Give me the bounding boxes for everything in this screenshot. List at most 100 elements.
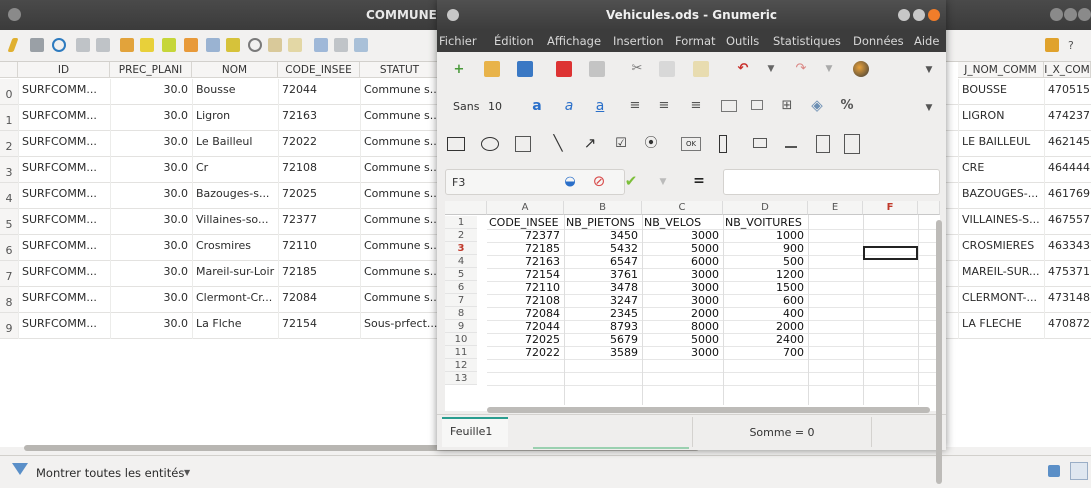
cell-prec[interactable]: 30.0 bbox=[110, 161, 189, 174]
cell-value[interactable]: 3000 bbox=[644, 294, 719, 307]
cell-value[interactable]: 72025 bbox=[489, 333, 560, 346]
cell-value[interactable]: 72110 bbox=[489, 281, 560, 294]
accept-entry-icon[interactable]: ✔ bbox=[623, 173, 639, 189]
cell-value[interactable]: 3589 bbox=[566, 346, 638, 359]
line-tool-icon[interactable]: ╲ bbox=[550, 135, 566, 151]
maximize-button[interactable] bbox=[913, 9, 925, 21]
cell-nomcomm[interactable]: CRE bbox=[962, 161, 1042, 174]
open-folder-icon[interactable] bbox=[484, 61, 500, 77]
row-header[interactable]: 10 bbox=[445, 333, 477, 346]
cell-id[interactable]: SURFCOMM... bbox=[22, 317, 110, 330]
cell-id[interactable]: SURFCOMM... bbox=[22, 187, 110, 200]
cell-xcom[interactable]: 464444 bbox=[1048, 161, 1091, 174]
cancel-entry-icon[interactable]: ⊘ bbox=[591, 173, 607, 189]
cell-insee[interactable]: 72022 bbox=[282, 135, 358, 148]
row-header[interactable]: 13 bbox=[445, 372, 477, 385]
cell-statut[interactable]: Commune s... bbox=[364, 109, 438, 122]
cell-prec[interactable]: 30.0 bbox=[110, 265, 189, 278]
chevron-down-icon[interactable]: ▼ bbox=[184, 468, 190, 477]
toolbar-overflow-icon[interactable]: ▼ bbox=[921, 62, 937, 78]
cell-insee[interactable]: 72185 bbox=[282, 265, 358, 278]
invert-selection-icon[interactable] bbox=[226, 38, 240, 52]
cell-value[interactable]: 3450 bbox=[566, 229, 638, 242]
menu-statistiques[interactable]: Statistiques bbox=[773, 34, 841, 48]
cell-value[interactable]: 72154 bbox=[489, 268, 560, 281]
cell-xcom[interactable]: 461769 bbox=[1048, 187, 1091, 200]
filter-dropdown-label[interactable]: Montrer toutes les entités bbox=[36, 466, 184, 480]
percent-icon[interactable]: % bbox=[839, 98, 855, 114]
cell-nomcomm[interactable]: BOUSSE bbox=[962, 83, 1042, 96]
filter-icon[interactable] bbox=[288, 38, 302, 52]
cell-statut[interactable]: Commune s... bbox=[364, 83, 438, 96]
cell-statut[interactable]: Sous-prfect... bbox=[364, 317, 438, 330]
col-header-code-insee[interactable]: CODE_INSEE bbox=[278, 62, 360, 78]
cell-nomcomm[interactable]: VILLAINES-S... bbox=[962, 213, 1042, 226]
cell-value[interactable]: 72084 bbox=[489, 307, 560, 320]
menu-aide[interactable]: Aide bbox=[914, 34, 939, 48]
form-view-icon[interactable] bbox=[1048, 465, 1060, 477]
cell-value[interactable]: 8793 bbox=[566, 320, 638, 333]
col-letter-d[interactable]: D bbox=[723, 201, 808, 215]
cell-nomcomm[interactable]: LA FLECHE bbox=[962, 317, 1042, 330]
row-number[interactable]: 1 bbox=[0, 105, 18, 131]
cell-prec[interactable]: 30.0 bbox=[110, 109, 189, 122]
button-tool-icon[interactable]: OK bbox=[681, 137, 701, 151]
cell-xcom[interactable]: 474237 bbox=[1048, 109, 1091, 122]
cell-insee[interactable]: 72110 bbox=[282, 239, 358, 252]
cut-icon[interactable] bbox=[120, 38, 134, 52]
cell-nomcomm[interactable]: BAZOUGES-... bbox=[962, 187, 1042, 200]
undo-icon[interactable]: ↶ bbox=[735, 61, 751, 77]
minimize-button[interactable] bbox=[898, 9, 910, 21]
cut-icon[interactable]: ✂ bbox=[629, 61, 645, 77]
row-header[interactable]: 9 bbox=[445, 320, 477, 333]
cell-statut[interactable]: Commune s... bbox=[364, 265, 438, 278]
cell-insee[interactable]: 72377 bbox=[282, 213, 358, 226]
cell-id[interactable]: SURFCOMM... bbox=[22, 135, 110, 148]
unmerge-cells-icon[interactable] bbox=[751, 100, 763, 110]
font-name[interactable]: Sans bbox=[453, 100, 479, 113]
cell-statut[interactable]: Commune s... bbox=[364, 187, 438, 200]
cell-id[interactable]: SURFCOMM... bbox=[22, 161, 110, 174]
cell-nomcomm[interactable]: CLERMONT-... bbox=[962, 291, 1042, 304]
italic-icon[interactable]: a bbox=[561, 98, 577, 114]
cell-header[interactable]: CODE_INSEE bbox=[489, 216, 562, 229]
cell-id[interactable]: SURFCOMM... bbox=[22, 239, 110, 252]
cell-xcom[interactable]: 473148 bbox=[1048, 291, 1091, 304]
cell-nomcomm[interactable]: LIGRON bbox=[962, 109, 1042, 122]
slider-tool-icon[interactable] bbox=[785, 138, 797, 148]
cell-prec[interactable]: 30.0 bbox=[110, 291, 189, 304]
field-calculator-icon[interactable] bbox=[354, 38, 368, 52]
row-number[interactable]: 9 bbox=[0, 313, 18, 339]
cell-xcom[interactable]: 475371 bbox=[1048, 265, 1091, 278]
cell-statut[interactable]: Commune s... bbox=[364, 239, 438, 252]
cell-prec[interactable]: 30.0 bbox=[110, 187, 189, 200]
cell-nom[interactable]: Crosmires bbox=[196, 239, 276, 252]
cell-nomcomm[interactable]: LE BAILLEUL bbox=[962, 135, 1042, 148]
cell-id[interactable]: SURFCOMM... bbox=[22, 213, 110, 226]
new-document-icon[interactable]: + bbox=[451, 62, 467, 78]
underline-icon[interactable]: a bbox=[592, 98, 608, 114]
arrow-tool-icon[interactable]: ↗ bbox=[582, 135, 598, 151]
row-number[interactable]: 6 bbox=[0, 235, 18, 261]
menu-donnees[interactable]: Données bbox=[853, 34, 904, 48]
paste-icon[interactable] bbox=[162, 38, 176, 52]
borders-icon[interactable]: ⊞ bbox=[779, 98, 795, 114]
row-number[interactable]: 7 bbox=[0, 261, 18, 287]
row-number[interactable]: 0 bbox=[0, 79, 18, 105]
cell-nom[interactable]: Bazouges-s... bbox=[196, 187, 276, 200]
cell-header[interactable]: NB_VOITURES bbox=[725, 216, 806, 229]
save-icon[interactable] bbox=[517, 61, 533, 77]
row-header[interactable]: 1 bbox=[445, 216, 477, 229]
select-all-corner[interactable] bbox=[445, 201, 487, 215]
help-icon[interactable]: ? bbox=[1068, 39, 1074, 52]
cell-insee[interactable]: 72154 bbox=[282, 317, 358, 330]
sheet-vertical-scrollbar[interactable] bbox=[936, 220, 942, 484]
menu-outils[interactable]: Outils bbox=[726, 34, 759, 48]
cell-value[interactable]: 72377 bbox=[489, 229, 560, 242]
cell-xcom[interactable]: 470872 bbox=[1048, 317, 1091, 330]
menu-fichier[interactable]: Fichier bbox=[439, 34, 477, 48]
menu-affichage[interactable]: Affichage bbox=[547, 34, 601, 48]
window-min-dot[interactable] bbox=[1050, 8, 1063, 21]
undo-dropdown-icon[interactable]: ▼ bbox=[763, 61, 779, 77]
cell-statut[interactable]: Commune s... bbox=[364, 291, 438, 304]
